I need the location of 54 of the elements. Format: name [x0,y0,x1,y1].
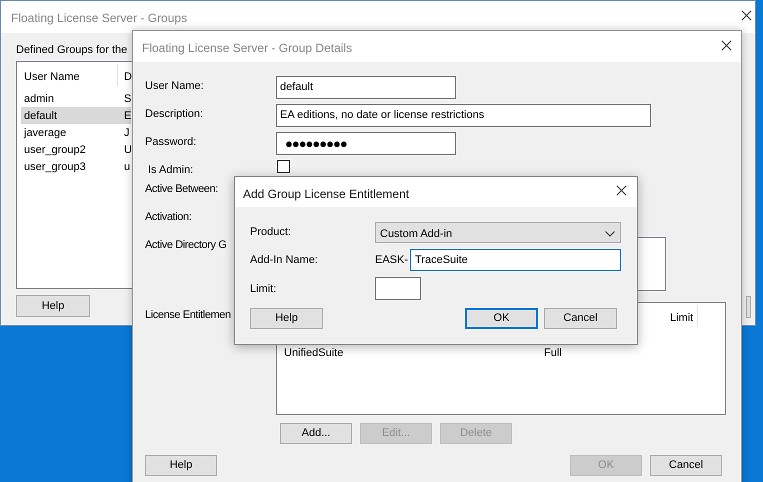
row-text: user_group3 [24,160,86,175]
field-label: User Name: [145,79,204,94]
close-icon[interactable] [616,185,627,196]
prefix-text: EASK- [375,253,408,268]
row-text: J [124,126,130,141]
row-text: Full [544,346,562,361]
field-label: Limit: [250,282,276,297]
row-text: u [124,160,130,175]
button[interactable]: Cancel [650,455,722,476]
row-text: U [124,143,132,158]
field-label: Description: [145,107,204,122]
input-field[interactable] [375,277,421,300]
row-text: E [124,109,132,124]
field-label: Product: [250,225,291,240]
field-label: Activation: [145,210,192,225]
field-label: Active Between: [145,182,218,197]
dialog-title: Add Group License Entitlement [243,186,410,203]
input-field[interactable]: EA editions, no date or license restrictions [276,104,651,127]
row-text: user_group2 [24,143,86,158]
field-label: Active Directory G [145,238,226,253]
button[interactable]: OK [465,308,538,329]
button[interactable]: Help [145,455,217,476]
row-text: admin [24,92,54,107]
column-header: D [124,70,132,85]
input-field[interactable]: default [276,76,456,99]
close-icon[interactable] [741,10,752,21]
close-icon[interactable] [721,40,732,51]
button: Delete [440,423,512,444]
column-header: User Name [24,70,80,85]
input-field[interactable]: ●●●●●●●●● [276,132,456,155]
window-title: Floating License Server - Group Details [142,40,352,57]
field-label: Password: [145,135,196,150]
field-label: License Entitlemen [145,308,231,323]
intro-text: Defined Groups for the [16,43,128,58]
checkbox[interactable] [277,160,290,173]
dropdown-value: Custom Add-in [380,227,452,242]
field-label: Is Admin: [148,163,194,178]
button[interactable]: Help [250,308,323,329]
input-field[interactable]: TraceSuite [410,249,621,271]
row-text: javerage [24,126,66,141]
product-dropdown[interactable]: Custom Add-in [375,222,621,243]
button: Edit... [360,423,432,444]
button: OK [570,455,642,476]
window-title: Floating License Server - Groups [11,10,188,27]
chevron-down-icon [605,231,615,237]
row-text: UnifiedSuite [284,346,344,361]
help-button[interactable]: Help [16,295,90,317]
row-text: default [24,109,58,124]
column-header: Limit [670,311,694,326]
button[interactable]: Cancel [544,308,617,329]
button[interactable]: Add... [280,423,352,444]
list-row[interactable]: default E [21,107,131,124]
row-text: S [124,92,132,107]
field-label: Add-In Name: [250,253,318,268]
